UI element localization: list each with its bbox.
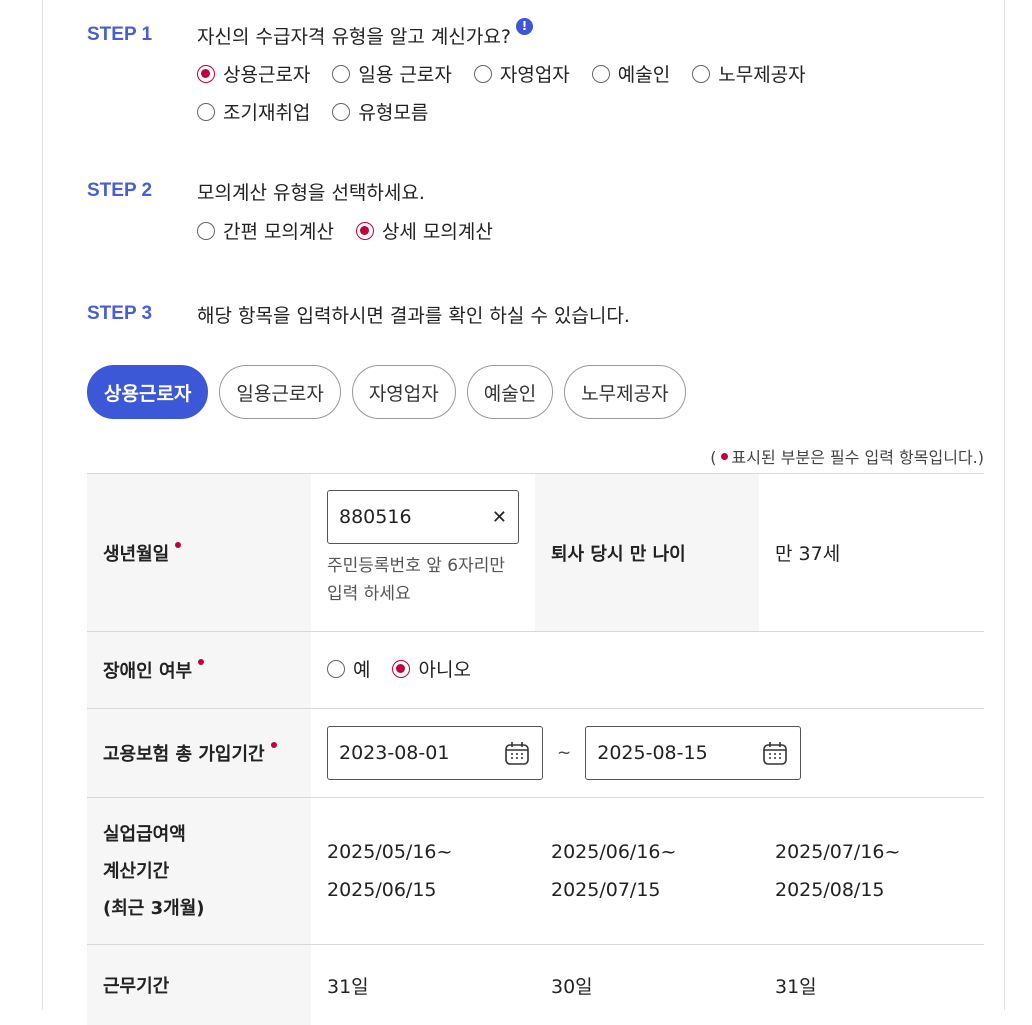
radio-labor-provider[interactable]: 노무제공자 <box>692 60 806 87</box>
row-workdays: 근무기간 31일 30일 31일 <box>87 945 984 1025</box>
date-separator: ~ <box>557 743 572 763</box>
start-date-input[interactable]: 2023-08-01 <box>327 726 543 780</box>
workdays-col3: 31일 <box>775 975 817 998</box>
birth-cell: 880516 ✕ 주민등록번호 앞 6자리만 입력 하세요 <box>311 474 535 631</box>
age-label: 퇴사 당시 만 나이 <box>535 474 759 631</box>
insurance-label: 고용보험 총 가입기간 <box>87 709 311 797</box>
clear-icon[interactable]: ✕ <box>492 507 507 528</box>
required-dot-icon <box>175 541 182 548</box>
calc-period-col1: 2025/05/16~ 2025/06/15 <box>327 841 453 901</box>
disability-options: 예 아니오 <box>311 632 984 708</box>
required-dot-icon <box>720 453 728 460</box>
radio-daily-worker[interactable]: 일용 근로자 <box>332 60 452 87</box>
radio-disability-no[interactable]: 아니오 <box>392 655 471 682</box>
radio-unselected-icon <box>332 64 351 83</box>
row-disability: 장애인 여부 예 아니오 <box>87 632 984 709</box>
step1-question-text: 자신의 수급자격 유형을 알고 계신가요? <box>197 26 511 48</box>
step2-question: 모의계산 유형을 선택하세요. <box>197 182 425 204</box>
birth-hint: 주민등록번호 앞 6자리만 입력 하세요 <box>327 556 506 604</box>
required-dot-icon <box>270 742 277 748</box>
birth-input[interactable]: 880516 ✕ <box>327 490 519 544</box>
age-value: 만 37세 <box>775 543 841 565</box>
required-dot-icon <box>198 659 205 665</box>
step3-question: 해당 항목을 입력하시면 결과를 확인 하실 수 있습니다. <box>197 305 630 327</box>
row-insurance: 고용보험 총 가입기간 2023-08-01 ~ 2025-08-15 <box>87 709 984 798</box>
radio-unselected-icon <box>591 64 610 83</box>
tab-artist[interactable]: 예술인 <box>466 365 554 419</box>
row-birth: 생년월일 880516 ✕ 주민등록번호 앞 6자리만 입력 하세요 퇴사 당시… <box>87 474 984 632</box>
step1-label: STEP 1 <box>87 24 153 45</box>
radio-regular-worker[interactable]: 상용근로자 <box>197 60 310 87</box>
step2-label: STEP 2 <box>87 180 153 201</box>
workdays-col2: 30일 <box>551 975 593 998</box>
birth-input-value: 880516 <box>339 506 412 528</box>
required-note: (표시된 부분은 필수 입력 항목입니다.) <box>710 448 984 467</box>
radio-selected-icon <box>197 64 215 83</box>
worker-type-tabs: 상용근로자 일용근로자 자영업자 예술인 노무제공자 <box>87 365 697 419</box>
radio-detailed-calc[interactable]: 상세 모의계산 <box>355 217 493 244</box>
calendar-icon[interactable] <box>503 739 531 767</box>
end-date-input[interactable]: 2025-08-15 <box>585 726 802 780</box>
radio-unselected-icon <box>332 102 351 121</box>
calc-period-label: 실업급여액 계산기간 (최근 3개월) <box>87 798 311 944</box>
radio-artist[interactable]: 예술인 <box>591 60 670 87</box>
step3-label: STEP 3 <box>87 303 153 324</box>
radio-unselected-icon <box>197 221 215 240</box>
tab-labor-provider[interactable]: 노무제공자 <box>564 365 686 419</box>
calendar-icon[interactable] <box>761 739 789 767</box>
radio-self-employed[interactable]: 자영업자 <box>473 60 570 87</box>
radio-unselected-icon <box>327 659 345 678</box>
insurance-period-cell: 2023-08-01 ~ 2025-08-15 <box>311 709 984 797</box>
radio-unselected-icon <box>692 64 711 83</box>
calc-period-col3: 2025/07/16~ 2025/08/15 <box>775 841 901 901</box>
step1-options-row1: 상용근로자 일용 근로자 자영업자 예술인 노무제공자 <box>197 60 828 87</box>
workdays-label: 근무기간 <box>87 945 311 1025</box>
step2-options: 간편 모의계산 상세 모의계산 <box>197 217 515 244</box>
radio-selected-icon <box>392 659 411 678</box>
birth-label: 생년월일 <box>87 474 311 631</box>
row-calc-period: 실업급여액 계산기간 (최근 3개월) 2025/05/16~ 2025/06/… <box>87 798 984 945</box>
tab-regular-worker[interactable]: 상용근로자 <box>87 365 209 419</box>
workdays-col1: 31일 <box>327 975 369 998</box>
calc-period-col2: 2025/06/16~ 2025/07/15 <box>551 841 677 901</box>
step1-question: 자신의 수급자격 유형을 알고 계신가요?! <box>197 18 533 49</box>
radio-disability-yes[interactable]: 예 <box>327 655 370 682</box>
disability-label: 장애인 여부 <box>87 632 311 708</box>
info-icon[interactable]: ! <box>515 18 533 35</box>
calc-form-table: 생년월일 880516 ✕ 주민등록번호 앞 6자리만 입력 하세요 퇴사 당시… <box>87 473 984 1025</box>
step1-options-row2: 조기재취업 유형모름 <box>197 98 450 125</box>
radio-unselected-icon <box>197 102 215 121</box>
radio-unselected-icon <box>473 64 492 83</box>
radio-simple-calc[interactable]: 간편 모의계산 <box>197 217 334 244</box>
radio-early-reemployment[interactable]: 조기재취업 <box>197 98 310 125</box>
radio-selected-icon <box>355 221 374 240</box>
tab-self-employed[interactable]: 자영업자 <box>351 365 456 419</box>
radio-type-unknown[interactable]: 유형모름 <box>332 98 428 125</box>
tab-daily-worker[interactable]: 일용근로자 <box>219 365 341 419</box>
